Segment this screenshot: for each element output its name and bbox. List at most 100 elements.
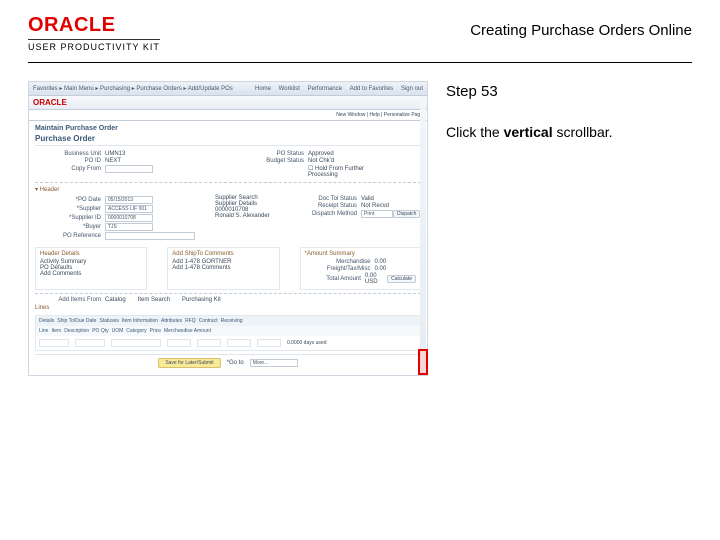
col-desc: Description <box>64 328 89 334</box>
poref-label: PO Reference <box>35 233 105 239</box>
scrollbar-track[interactable] <box>420 96 426 375</box>
col-amount: Merchandise Amount <box>164 328 211 334</box>
tab-shipto[interactable]: Ship To/Due Date <box>57 318 96 324</box>
brand-block: ORACLE USER PRODUCTIVITY KIT <box>28 14 160 52</box>
line-cell[interactable] <box>39 339 69 347</box>
supplier-label: *Supplier <box>35 206 105 212</box>
freight-value: 0.00 <box>375 266 387 272</box>
page-header: ORACLE USER PRODUCTIVITY KIT Creating Pu… <box>0 0 720 58</box>
instruction-text: Click the vertical scrollbar. <box>446 124 692 140</box>
hold-checkbox[interactable]: ☐ Hold From Further Processing <box>308 165 368 178</box>
screenshot-topbar: Favorites ▸ Main Menu ▸ Purchasing ▸ Pur… <box>29 82 427 96</box>
instruction-post: scrollbar. <box>553 124 613 140</box>
dispatch-button[interactable]: Dispatch <box>393 210 420 218</box>
cat-cell[interactable] <box>227 339 251 347</box>
tab-contract[interactable]: Contract <box>199 318 218 324</box>
supplierid-label: *Supplier ID <box>35 215 105 221</box>
itemsearch-link[interactable]: Item Search <box>138 297 170 303</box>
copyfrom-select[interactable] <box>105 165 153 173</box>
instruction-pre: Click the <box>446 124 504 140</box>
col-item: Item <box>51 328 61 334</box>
bu-label: Business Unit <box>35 151 105 157</box>
freight-label: Freight/Tax/Misc <box>305 266 375 272</box>
tab-rfq[interactable]: RFQ <box>185 318 196 324</box>
vertical-scrollbar-highlight[interactable] <box>418 349 428 375</box>
poref-field[interactable] <box>105 232 195 240</box>
dash-sep-2 <box>35 293 421 294</box>
top-menu: Home Worklist Performance Add to Favorit… <box>249 86 423 92</box>
doctol-value: Valid <box>361 196 421 202</box>
main-content: Favorites ▸ Main Menu ▸ Purchasing ▸ Pur… <box>0 81 720 376</box>
header-fields: *PO Date05/15/2013 *SupplierACCESS LIF 0… <box>35 195 421 241</box>
document-title: Creating Purchase Orders Online <box>470 14 692 39</box>
header-details-label: Header Details <box>40 251 142 257</box>
qty-cell[interactable] <box>167 339 191 347</box>
shipto-line2[interactable]: Add 1-478 Comments <box>172 265 274 271</box>
tab-statuses[interactable]: Statuses <box>99 318 118 324</box>
shipto-comments-block: Add ShipTo Comments Add 1-478 GORTNER Ad… <box>167 247 279 290</box>
supplier-field[interactable]: ACCESS LIF 001 <box>105 205 153 213</box>
catalog-link[interactable]: Catalog <box>105 297 126 303</box>
purchasingkit-link[interactable]: Purchasing Kit <box>182 297 221 303</box>
lines-tabs: Details Ship To/Due Date Statuses Item I… <box>36 316 420 326</box>
menu-home[interactable]: Home <box>255 86 271 92</box>
calculate-button[interactable]: Calculate <box>387 275 416 283</box>
budget-label: Budget Status <box>238 158 308 164</box>
col-price: Price <box>150 328 161 334</box>
poid-label: PO ID <box>35 158 105 164</box>
breadcrumb[interactable]: Favorites ▸ Main Menu ▸ Purchasing ▸ Pur… <box>33 85 233 92</box>
merch-value: 0.00 <box>375 259 387 265</box>
podate-field[interactable]: 05/15/2013 <box>105 196 153 204</box>
dash-sep <box>35 182 421 183</box>
postatus-label: PO Status <box>238 151 308 157</box>
col-uom: UOM <box>112 328 124 334</box>
col-cat: Category <box>126 328 146 334</box>
tab-receiving[interactable]: Receiving <box>221 318 243 324</box>
uom-cell[interactable] <box>197 339 221 347</box>
bu-value: UMN13 <box>105 151 165 157</box>
buyer-field[interactable]: TJS <box>105 223 153 231</box>
podate-label: *PO Date <box>35 197 105 203</box>
header-subblocks: Header Details Activity Summary PO Defau… <box>35 243 421 290</box>
brand-subtitle: USER PRODUCTIVITY KIT <box>28 39 160 52</box>
tab-details[interactable]: Details <box>39 318 54 324</box>
save-submit-button[interactable]: Save for Later/Submit <box>158 358 220 368</box>
goto-select[interactable]: More... <box>250 359 298 367</box>
menu-worklist[interactable]: Worklist <box>279 86 300 92</box>
poid-value: NEXT <box>105 158 165 164</box>
screenshot-footer: Save for Later/Submit *Go to More... <box>35 354 421 371</box>
amount-cell: 0.0000 days used <box>287 340 326 346</box>
price-cell[interactable] <box>257 339 281 347</box>
tab-attributes[interactable]: Attributes <box>161 318 182 324</box>
budget-value: Not Chk'd <box>308 158 368 164</box>
item-cell[interactable] <box>75 339 105 347</box>
amount-summary-label: *Amount Summary <box>305 251 417 257</box>
desc-cell[interactable] <box>111 339 161 347</box>
tab-iteminfo[interactable]: Item Information <box>122 318 158 324</box>
dispatch-label: Dispatch Method <box>291 211 361 217</box>
screenshot-logobar: ORACLE <box>29 96 427 110</box>
amount-summary-block: *Amount Summary Merchandise0.00 Freight/… <box>300 247 422 290</box>
menu-signout[interactable]: Sign out <box>401 86 423 92</box>
header-divider <box>28 62 692 63</box>
table-row: 0.0000 days used <box>36 336 420 350</box>
menu-performance[interactable]: Performance <box>308 86 342 92</box>
header-section-label[interactable]: ▾ Header <box>35 186 421 193</box>
col-line: Line <box>39 328 48 334</box>
lines-table: Details Ship To/Due Date Statuses Item I… <box>35 315 421 351</box>
screenshot-body: Maintain Purchase Order Purchase Order B… <box>29 121 427 375</box>
supplierid-field[interactable]: 0000010708 <box>105 214 153 222</box>
dispatch-select[interactable]: Print <box>361 210 393 218</box>
embedded-screenshot: Favorites ▸ Main Menu ▸ Purchasing ▸ Pur… <box>28 81 428 376</box>
buyer-name: Ronald S. Alexander <box>215 213 271 219</box>
instruction-bold: vertical <box>504 124 553 140</box>
col-qty: PO Qty <box>92 328 108 334</box>
menu-add-favorites[interactable]: Add to Favorites <box>350 86 394 92</box>
add-comments-link[interactable]: Add Comments <box>40 271 142 277</box>
additems-row: Add Items From Catalog Item Search Purch… <box>35 297 421 303</box>
lines-columns: Line Item Description PO Qty UOM Categor… <box>36 326 420 336</box>
buyer-label: *Buyer <box>35 224 105 230</box>
brand-logo: ORACLE <box>28 14 160 37</box>
receipt-value: Not Recvd <box>361 203 421 209</box>
page-utility-links[interactable]: New Window | Help | Personalize Page <box>29 110 427 121</box>
